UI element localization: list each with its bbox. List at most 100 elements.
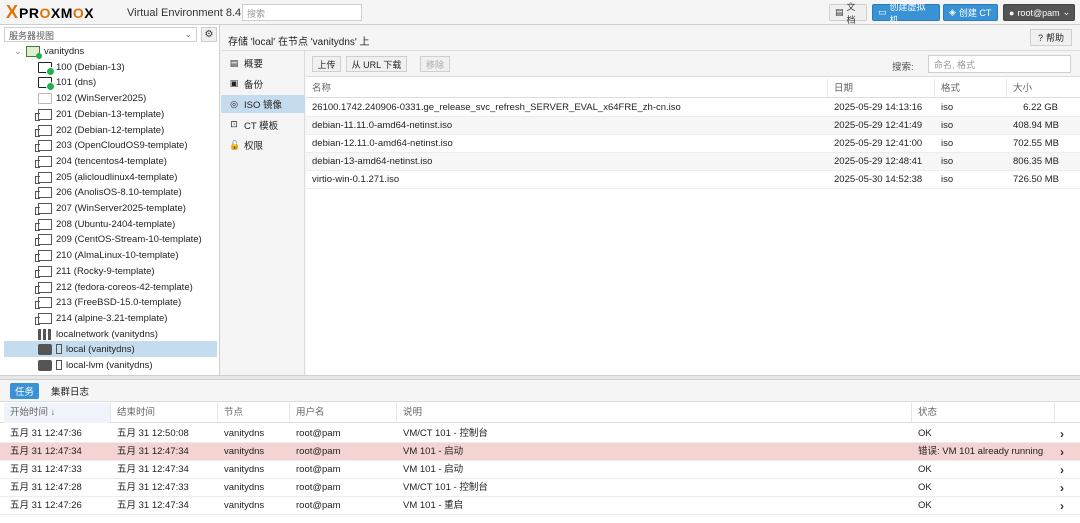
search-input[interactable]: 命名, 格式 [928,55,1071,73]
tree-item-label: 209 (CentOS-Stream-10-template) [56,233,202,245]
vm-stopped-icon [38,92,52,104]
column-header-user[interactable]: 用户名 [290,403,397,423]
table-row[interactable]: 26100.1742.240906-0331.ge_release_svc_re… [306,99,1080,117]
resource-tree-panel: 服务器视图 ⌄ ⚙ ⌄ vanitydns 100 (Debian-13) 101 (… [0,25,220,375]
tree-item[interactable]: 204 (tencentos4-template) [4,153,217,169]
log-tabs: 任务 集群日志 [0,380,1080,402]
table-row[interactable]: virtio-win-0.1.271.iso 2025-05-30 14:52:3… [306,171,1080,189]
docs-button[interactable]: ▤ 文档 [829,2,867,25]
column-header-name[interactable]: 名称 [306,79,828,98]
template-icon [35,139,52,152]
column-header-size[interactable]: 大小 [1007,79,1080,98]
table-row[interactable]: 五月 31 12:47:36 五月 31 12:50:08 vanitydns roo… [0,425,1080,443]
cell-size: 806.35 MB [1013,156,1059,167]
tree-item[interactable]: 212 (fedora-coreos-42-template) [4,279,217,295]
tree-item[interactable]: 202 (Debian-12-template) [4,122,217,138]
template-icon [35,155,52,168]
table-row[interactable]: debian-13-amd64-netinst.iso 2025-05-29 12… [306,153,1080,171]
chevron-right-icon[interactable]: › [1060,497,1074,515]
table-row[interactable]: debian-12.11.0-amd64-netinst.iso 2025-05-… [306,135,1080,153]
tree-item[interactable]: 100 (Debian-13) [4,59,217,76]
storage-icon [38,343,52,355]
cell-size: 6.22 GB [1023,102,1058,113]
view-selector[interactable]: 服务器视图 ⌄ [4,27,197,42]
gear-icon[interactable]: ⚙ [201,27,217,42]
cell-user: root@pam [296,500,341,511]
tree-item[interactable]: 201 (Debian-13-template) [4,106,217,122]
upload-button[interactable]: 上传 [312,56,341,72]
template-icon [35,312,52,325]
column-header-status[interactable]: 状态 [912,403,1055,423]
chevron-right-icon[interactable]: › [1060,461,1074,479]
nav-item[interactable]: ▤ 概要 [221,54,305,72]
chevron-right-icon[interactable]: › [1060,425,1074,443]
column-header-format[interactable]: 格式 [935,79,1007,98]
tree-item[interactable]: local (vanitydns) [4,341,217,357]
tab-tasks[interactable]: 任务 [10,383,40,399]
nav-item[interactable]: ◎ ISO 镜像 [221,95,305,113]
cell-start-time: 五月 31 12:47:28 [10,482,82,493]
column-header-end-time[interactable]: 结束时间 [111,403,218,423]
user-menu-button[interactable]: ● root@pam ⌄ [1003,4,1075,21]
disk-icon [56,360,62,370]
tree-item[interactable]: 102 (WinServer2025) [4,90,217,106]
table-row[interactable]: debian-11.11.0-amd64-netinst.iso 2025-05-… [306,117,1080,135]
template-icon [35,124,52,137]
column-header-start-time[interactable]: 开始时间 ↓ [4,403,111,423]
tree-item[interactable]: 208 (Ubuntu-2404-template) [4,216,217,232]
tree-node-label: vanitydns [44,45,85,57]
chevron-right-icon[interactable]: › [1060,443,1074,461]
tree-item[interactable]: localnetwork (vanitydns) [4,326,217,342]
help-button[interactable]: ? 帮助 [1030,29,1072,46]
create-ct-button[interactable]: ◈ 创建 CT [943,4,998,21]
nav-item[interactable]: 🔓 权限 [221,136,305,154]
tree-item[interactable]: local-lvm (vanitydns) [4,357,217,373]
column-header-date[interactable]: 日期 [828,79,935,98]
tree-item-label: 210 (AlmaLinux-10-template) [56,249,179,261]
log-grid-header: 开始时间 ↓ 结束时间 节点 用户名 说明 状态 [0,403,1080,423]
cell-node: vanitydns [224,500,265,511]
cell-end-time: 五月 31 12:47:33 [117,482,189,493]
cell-description: VM 101 - 重启 [403,500,464,511]
cell-format: iso [941,102,954,113]
logo-wordmark: PROXMOX [19,4,95,21]
cell-description: VM 101 - 启动 [403,446,464,457]
tree-item-label: 214 (alpine-3.21-template) [56,312,168,324]
column-header-node[interactable]: 节点 [218,403,290,423]
nav-item[interactable]: ⊡ CT 模板 [221,116,305,134]
tree-item[interactable]: 209 (CentOS-Stream-10-template) [4,231,217,247]
tree-item[interactable]: 205 (alicloudlinux4-template) [4,169,217,185]
cell-name: debian-11.11.0-amd64-netinst.iso [312,120,453,131]
table-row[interactable]: 五月 31 12:47:28 五月 31 12:47:33 vanitydns roo… [0,479,1080,497]
tree-item[interactable]: 203 (OpenCloudOS9-template) [4,137,217,153]
remove-button[interactable]: 移除 [420,56,450,72]
cell-description: VM/CT 101 - 控制台 [403,482,488,493]
tree-item[interactable]: 214 (alpine-3.21-template) [4,310,217,326]
cell-user: root@pam [296,446,341,457]
cell-node: vanitydns [224,428,265,439]
tree-node-host[interactable]: ⌄ vanitydns [4,43,217,59]
column-header-description[interactable]: 说明 [397,403,912,423]
cell-user: root@pam [296,428,341,439]
tree-item[interactable]: 210 (AlmaLinux-10-template) [4,247,217,263]
tree-item[interactable]: 211 (Rocky-9-template) [4,263,217,279]
tree-item[interactable]: 207 (WinServer2025-template) [4,200,217,216]
download-from-url-button[interactable]: 从 URL 下载 [346,56,407,72]
table-row[interactable]: 五月 31 12:47:34 五月 31 12:47:34 vanitydns roo… [0,443,1080,461]
tree-item[interactable]: 206 (AnolisOS-8.10-template) [4,184,217,200]
table-row[interactable]: 五月 31 12:47:26 五月 31 12:47:34 vanitydns roo… [0,497,1080,515]
tree-item[interactable]: 101 (dns) [4,74,217,91]
create-vm-button[interactable]: ▭ 创建虚拟机 [872,2,940,25]
tree-item-label: 100 (Debian-13) [56,61,125,73]
template-icon [35,281,52,294]
chevron-down-icon[interactable]: ⌄ [14,46,26,57]
tree-item[interactable]: 213 (FreeBSD-15.0-template) [4,294,217,310]
global-search-input[interactable]: 搜索 [242,4,362,21]
table-row[interactable]: 五月 31 12:47:33 五月 31 12:47:34 vanitydns roo… [0,461,1080,479]
cell-description: VM 101 - 启动 [403,464,464,475]
nav-item-label: 权限 [244,141,264,152]
tab-cluster-log[interactable]: 集群日志 [46,383,94,399]
proxmox-logo[interactable]: X PROXMOX [6,3,95,21]
chevron-right-icon[interactable]: › [1060,479,1074,497]
nav-item[interactable]: ▣ 备份 [221,75,305,93]
